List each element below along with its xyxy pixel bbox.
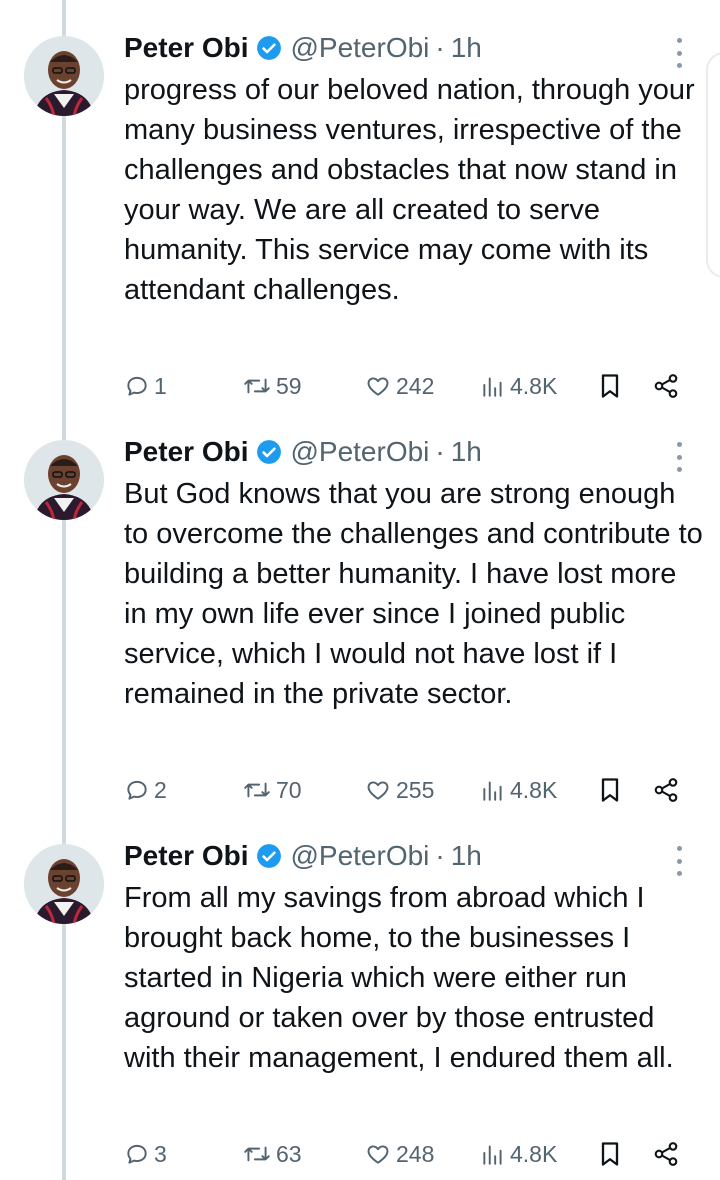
author-handle[interactable]: @PeterObi [290,32,429,64]
views-count: 4.8K [510,1140,558,1167]
reply-count: 3 [154,1140,167,1167]
like-button[interactable]: 255 [364,770,434,810]
views-count: 4.8K [510,776,558,803]
reply-button[interactable]: 3 [124,1134,167,1174]
repost-icon [242,373,272,399]
verified-badge-icon [256,843,282,869]
like-icon [364,1141,392,1167]
like-button[interactable]: 242 [364,366,434,406]
tweet-text: But God knows that you are strong enough… [124,478,703,710]
views-button[interactable]: 4.8K [480,770,557,810]
like-icon [364,373,392,399]
views-count: 4.8K [510,372,558,399]
more-vertical-icon[interactable] [672,442,686,472]
bookmark-icon [598,776,622,804]
views-icon [480,1141,506,1167]
reply-count: 1 [154,372,167,399]
share-icon [652,1140,680,1168]
verified-badge-icon [256,35,282,61]
timestamp[interactable]: 1h [451,32,482,64]
repost-count: 70 [276,776,302,803]
tweet-header: Peter Obi @PeterObi · 1h [124,28,482,68]
tweet-text: progress of our beloved nation, through … [124,74,695,306]
reply-count: 2 [154,776,167,803]
timestamp[interactable]: 1h [451,436,482,468]
author-name[interactable]: Peter Obi [124,436,248,468]
action-bar: 1 59 242 4.8K [124,366,694,406]
repost-count: 63 [276,1140,302,1167]
like-count: 255 [396,776,435,803]
like-button[interactable]: 248 [364,1134,434,1174]
share-button[interactable] [652,366,680,406]
author-name[interactable]: Peter Obi [124,840,248,872]
share-button[interactable] [652,1134,680,1174]
more-vertical-icon[interactable] [672,38,686,68]
views-icon [480,373,506,399]
reply-icon [124,1141,150,1167]
views-button[interactable]: 4.8K [480,1134,557,1174]
avatar[interactable] [24,36,104,116]
separator-dot: · [435,436,445,467]
views-icon [480,777,506,803]
separator-dot: · [435,840,445,871]
tweet-header: Peter Obi @PeterObi · 1h [124,432,482,472]
repost-icon [242,777,272,803]
bookmark-button[interactable] [598,770,622,810]
action-bar: 2 70 255 4.8K [124,770,694,810]
avatar[interactable] [24,440,104,520]
like-count: 248 [396,1140,435,1167]
like-icon [364,777,392,803]
bookmark-icon [598,1140,622,1168]
tweet-text: From all my savings from abroad which I … [124,882,674,1074]
reply-button[interactable]: 1 [124,366,167,406]
adjacent-card-edge [706,52,720,278]
author-handle[interactable]: @PeterObi [290,840,429,872]
timestamp[interactable]: 1h [451,840,482,872]
reply-icon [124,777,150,803]
share-icon [652,372,680,400]
repost-icon [242,1141,272,1167]
share-button[interactable] [652,770,680,810]
repost-button[interactable]: 63 [242,1134,302,1174]
bookmark-button[interactable] [598,1134,622,1174]
reply-button[interactable]: 2 [124,770,167,810]
verified-badge-icon [256,439,282,465]
bookmark-button[interactable] [598,366,622,406]
repost-count: 59 [276,372,302,399]
author-handle[interactable]: @PeterObi [290,436,429,468]
share-icon [652,776,680,804]
like-count: 242 [396,372,435,399]
repost-button[interactable]: 70 [242,770,302,810]
avatar[interactable] [24,844,104,924]
thread-connector-line [62,0,66,1180]
views-button[interactable]: 4.8K [480,366,557,406]
repost-button[interactable]: 59 [242,366,302,406]
bookmark-icon [598,372,622,400]
action-bar: 3 63 248 4.8K [124,1134,694,1174]
separator-dot: · [435,32,445,63]
more-vertical-icon[interactable] [672,846,686,876]
author-name[interactable]: Peter Obi [124,32,248,64]
tweet-header: Peter Obi @PeterObi · 1h [124,836,482,876]
reply-icon [124,373,150,399]
